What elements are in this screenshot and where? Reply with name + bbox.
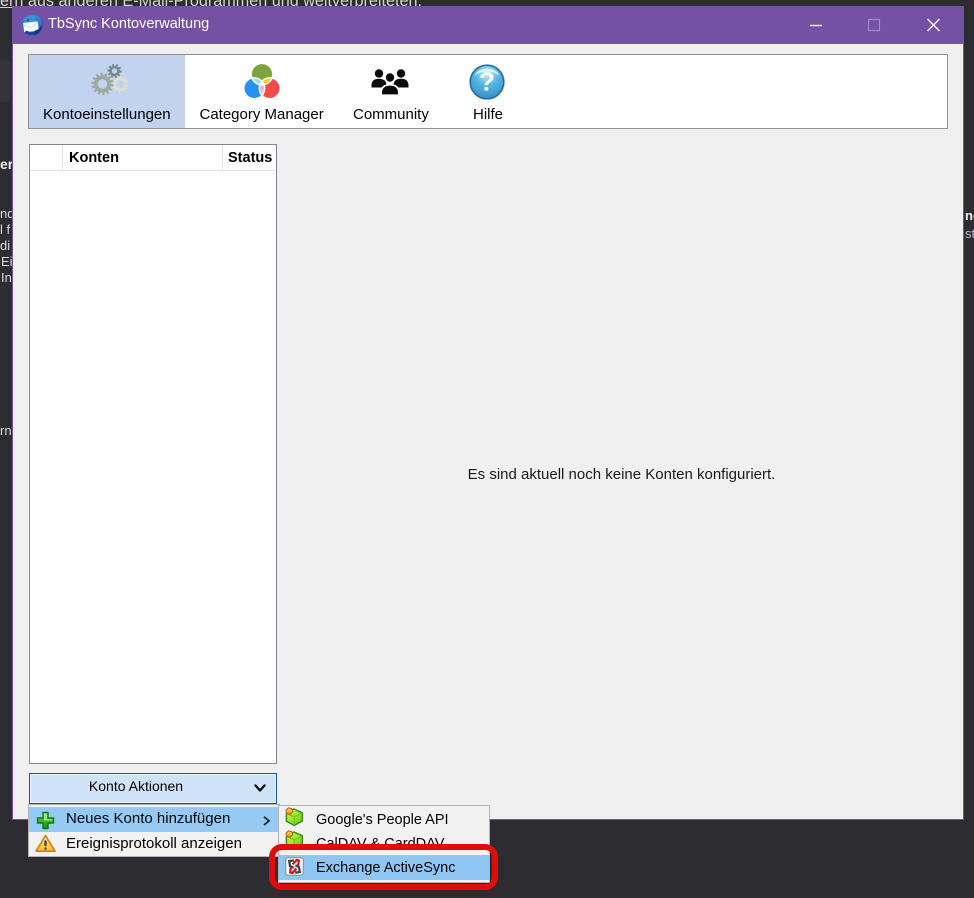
svg-text:?: ? [479, 67, 495, 97]
